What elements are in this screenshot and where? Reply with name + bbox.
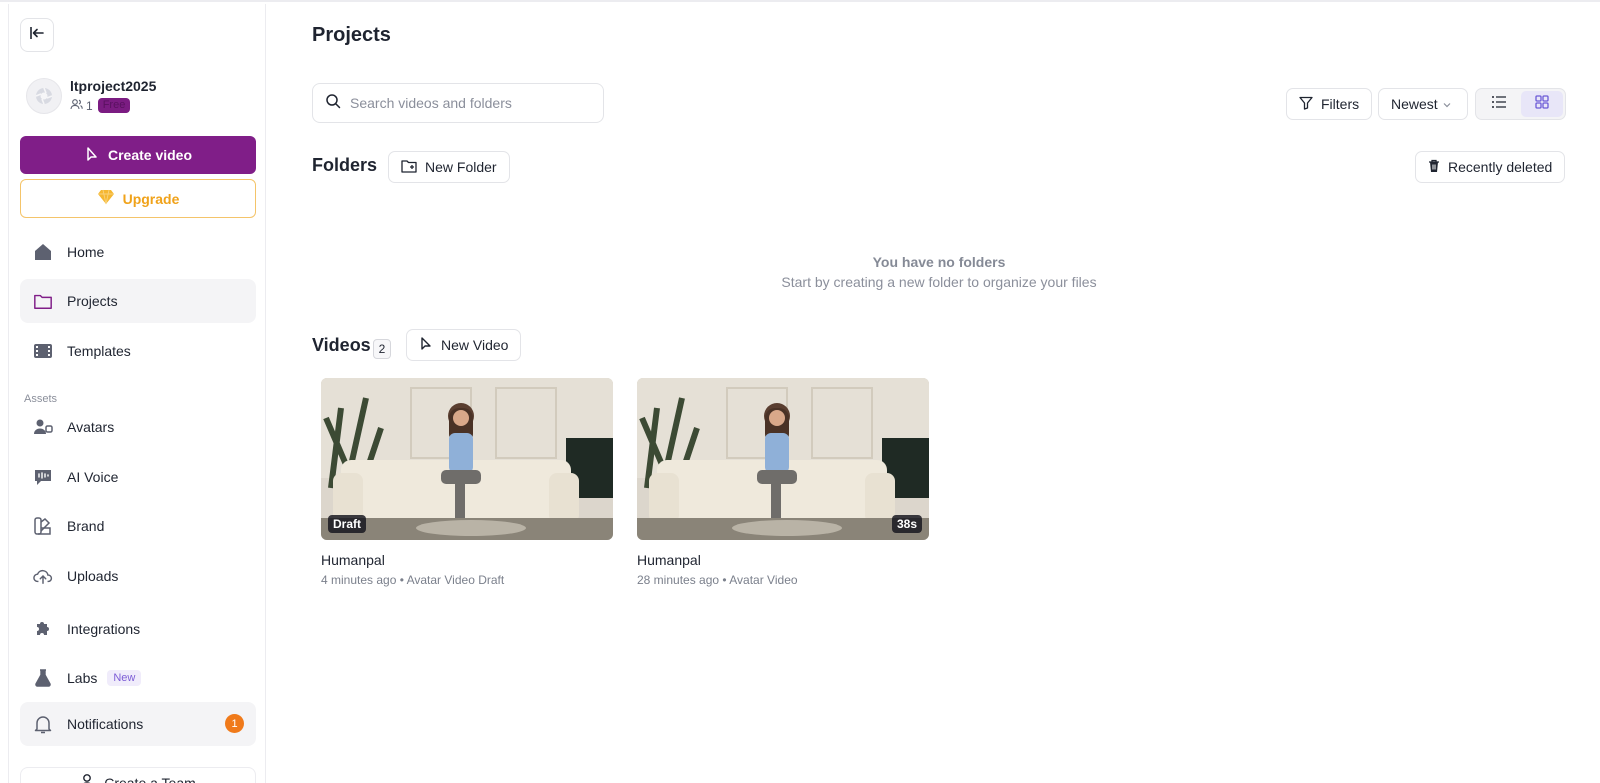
upgrade-label: Upgrade: [122, 190, 180, 207]
cloud-upload-icon: [33, 566, 53, 586]
palette-icon: [33, 516, 53, 536]
video-card[interactable]: 38s Humanpal 28 minutes ago • Avatar Vid…: [637, 378, 929, 587]
search-icon: [325, 93, 341, 114]
status-badge: Draft: [328, 515, 367, 533]
members-icon: [70, 98, 83, 113]
folder-icon: [33, 291, 53, 311]
new-video-button[interactable]: New Video: [406, 329, 522, 361]
page-title: Projects: [312, 24, 391, 46]
sidebar-item-label: Avatars: [67, 419, 115, 435]
flask-icon: [33, 668, 53, 688]
sidebar: ltproject2025 1 Free Create video Upgrad…: [8, 4, 266, 783]
search-box[interactable]: [312, 83, 604, 123]
bell-icon: [33, 714, 53, 734]
sidebar-item-ai-voice[interactable]: AI Voice: [20, 455, 256, 499]
view-toggle: [1475, 88, 1566, 120]
member-count: 1: [86, 98, 93, 113]
video-count-badge: 2: [373, 339, 391, 359]
video-meta: 4 minutes ago • Avatar Video Draft: [321, 573, 505, 587]
folders-empty-state: You have no folders Start by creating a …: [312, 254, 1566, 290]
sidebar-item-projects[interactable]: Projects: [20, 279, 256, 323]
notification-count-badge: 1: [225, 714, 244, 733]
sidebar-item-label: Home: [67, 244, 105, 260]
workspace-name: ltproject2025: [70, 78, 157, 94]
grid-icon: [1535, 94, 1549, 114]
filter-icon: [1299, 96, 1313, 113]
assets-section-label: Assets: [24, 393, 58, 405]
sidebar-item-label: Notifications: [67, 716, 144, 732]
sidebar-item-avatars[interactable]: Avatars: [20, 405, 256, 449]
puzzle-icon: [33, 619, 53, 639]
search-input[interactable]: [350, 95, 590, 111]
user-icon: [80, 773, 94, 783]
empty-state-subtitle: Start by creating a new folder to organi…: [781, 274, 1097, 290]
create-team-label: Create a Team: [104, 774, 196, 783]
recently-deleted-label: Recently deleted: [1448, 159, 1553, 175]
recently-deleted-button[interactable]: Recently deleted: [1415, 151, 1566, 183]
sidebar-item-label: Templates: [67, 343, 131, 359]
cursor-play-icon: [419, 336, 433, 355]
collapse-sidebar-button[interactable]: [20, 18, 54, 52]
upgrade-button[interactable]: Upgrade: [20, 179, 256, 218]
empty-state-title: You have no folders: [872, 254, 1006, 270]
folders-heading: Folders: [312, 155, 378, 175]
videos-heading: Videos: [312, 335, 371, 355]
sidebar-item-label: Integrations: [67, 621, 141, 637]
filters-label: Filters: [1321, 96, 1360, 112]
sidebar-item-label: Labs: [67, 670, 98, 686]
new-folder-label: New Folder: [425, 159, 497, 175]
sidebar-item-notifications[interactable]: Notifications 1: [20, 702, 256, 746]
main-content: Projects Filters Newest: [267, 4, 1600, 783]
sort-label: Newest: [1391, 96, 1438, 112]
video-meta: 28 minutes ago • Avatar Video: [637, 573, 798, 587]
sidebar-item-home[interactable]: Home: [20, 230, 256, 274]
sidebar-item-label: Brand: [67, 518, 105, 534]
cursor-play-icon: [84, 146, 100, 165]
sidebar-item-labs[interactable]: Labs New: [20, 656, 256, 700]
avatar-icon: [33, 417, 53, 437]
new-badge: New: [107, 670, 142, 686]
video-title: Humanpal: [637, 552, 701, 568]
filters-button[interactable]: Filters: [1286, 88, 1372, 120]
sidebar-item-label: Projects: [67, 293, 118, 309]
sidebar-item-label: AI Voice: [67, 469, 119, 485]
sidebar-item-brand[interactable]: Brand: [20, 504, 256, 548]
create-team-button[interactable]: Create a Team: [20, 767, 256, 783]
sidebar-item-integrations[interactable]: Integrations: [20, 607, 256, 651]
video-card[interactable]: Draft Humanpal 4 minutes ago • Avatar Vi…: [321, 378, 613, 587]
grid-view-button[interactable]: [1520, 91, 1563, 117]
chevron-down-icon: [1442, 96, 1452, 112]
voice-icon: [33, 467, 53, 487]
sidebar-item-uploads[interactable]: Uploads: [20, 554, 256, 598]
sort-dropdown[interactable]: Newest: [1378, 88, 1468, 120]
create-video-label: Create video: [107, 147, 193, 163]
workspace-switcher[interactable]: ltproject2025 1 Free: [26, 76, 256, 116]
film-icon: [33, 341, 53, 361]
plan-badge: Free: [97, 98, 131, 113]
video-title: Humanpal: [321, 552, 385, 568]
video-thumbnail[interactable]: 38s: [637, 378, 929, 540]
create-video-button[interactable]: Create video: [20, 136, 256, 174]
workspace-meta: 1 Free: [70, 98, 131, 113]
list-view-button[interactable]: [1478, 91, 1521, 117]
trash-icon: [1428, 159, 1440, 176]
new-video-label: New Video: [441, 337, 509, 353]
app-window: ltproject2025 1 Free Create video Upgrad…: [0, 0, 1600, 783]
duration-badge: 38s: [891, 515, 922, 533]
video-thumbnail[interactable]: Draft: [321, 378, 613, 540]
new-folder-button[interactable]: New Folder: [388, 151, 510, 183]
sidebar-item-templates[interactable]: Templates: [20, 329, 256, 373]
list-icon: [1491, 95, 1507, 114]
collapse-left-icon: [29, 25, 45, 46]
workspace-avatar: [26, 78, 62, 114]
sidebar-item-label: Uploads: [67, 568, 119, 584]
diamond-icon: [97, 189, 115, 208]
home-icon: [33, 242, 53, 262]
folder-plus-icon: [401, 159, 417, 176]
